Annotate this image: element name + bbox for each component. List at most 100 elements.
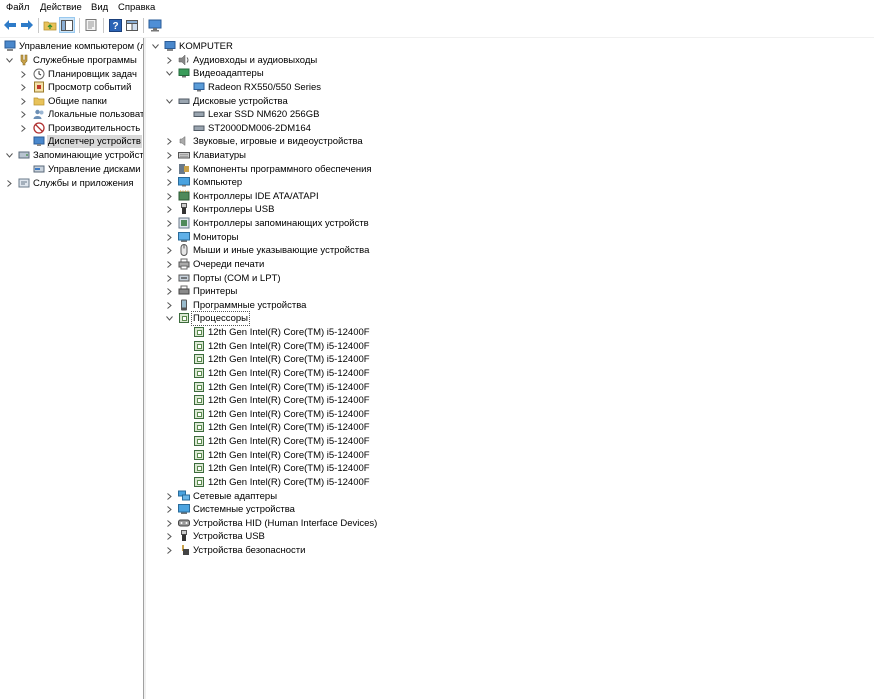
tree-shared-folders[interactable]: Общие папки <box>0 95 143 108</box>
category-usb-devices[interactable]: Устройства USB <box>147 530 867 543</box>
chevron-right-icon[interactable] <box>165 217 174 230</box>
category-audio-io[interactable]: Аудиовходы и аудиовыходы <box>147 53 867 67</box>
tree-storage[interactable]: Запоминающие устройст <box>0 149 143 162</box>
chevron-right-icon[interactable] <box>165 244 174 257</box>
device-disk-1[interactable]: Lexar SSD NM620 256GB <box>147 108 867 121</box>
processor-item[interactable]: 12th Gen Intel(R) Core(TM) i5-12400F <box>147 476 867 489</box>
processor-icon <box>193 381 205 393</box>
tree-task-scheduler[interactable]: Планировщик задач <box>0 68 143 81</box>
menu-action[interactable]: Действие <box>40 1 82 14</box>
chevron-right-icon[interactable] <box>165 285 174 298</box>
processor-item[interactable]: 12th Gen Intel(R) Core(TM) i5-12400F <box>147 408 867 421</box>
processor-item[interactable]: 12th Gen Intel(R) Core(TM) i5-12400F <box>147 462 867 475</box>
chevron-right-icon[interactable] <box>165 517 174 530</box>
tree-root[interactable]: Управление компьютером (л <box>0 40 143 53</box>
chevron-right-icon[interactable] <box>165 503 174 516</box>
chevron-right-icon[interactable] <box>165 544 174 557</box>
processor-item[interactable]: 12th Gen Intel(R) Core(TM) i5-12400F <box>147 421 867 434</box>
category-mice[interactable]: Мыши и иные указывающие устройства <box>147 244 867 257</box>
category-ide-controllers[interactable]: Контроллеры IDE ATA/ATAPI <box>147 190 867 203</box>
chevron-right-icon[interactable] <box>165 231 174 244</box>
chevron-right-icon[interactable] <box>165 299 174 312</box>
tree-local-users[interactable]: Локальные пользовате <box>0 108 143 121</box>
category-print-queues[interactable]: Очереди печати <box>147 258 867 271</box>
chevron-right-icon[interactable] <box>165 258 174 271</box>
category-security-devices[interactable]: Устройства безопасности <box>147 544 867 557</box>
view-pane-icon[interactable] <box>124 17 140 33</box>
device-disk-2[interactable]: ST2000DM006-2DM164 <box>147 122 867 135</box>
chevron-right-icon[interactable] <box>165 190 174 203</box>
processor-item[interactable]: 12th Gen Intel(R) Core(TM) i5-12400F <box>147 435 867 448</box>
category-keyboards[interactable]: Клавиатуры <box>147 149 867 162</box>
chevron-right-icon[interactable] <box>19 81 28 94</box>
category-monitors[interactable]: Мониторы <box>147 231 867 244</box>
processor-item[interactable]: 12th Gen Intel(R) Core(TM) i5-12400F <box>147 340 867 353</box>
help-icon[interactable]: ? <box>107 17 123 33</box>
chevron-right-icon[interactable] <box>19 122 28 135</box>
menu-help[interactable]: Справка <box>118 1 155 14</box>
properties-icon[interactable] <box>83 17 99 33</box>
category-computer[interactable]: Компьютер <box>147 176 867 189</box>
chevron-right-icon[interactable] <box>165 490 174 503</box>
device-gpu[interactable]: Radeon RX550/550 Series <box>147 81 867 94</box>
category-ports[interactable]: Порты (COM и LPT) <box>147 272 867 285</box>
chevron-right-icon[interactable] <box>19 108 28 121</box>
chevron-right-icon[interactable] <box>165 272 174 285</box>
chevron-down-icon[interactable] <box>165 312 174 325</box>
device-root[interactable]: KOMPUTER <box>147 40 867 53</box>
category-software-devices[interactable]: Программные устройства <box>147 299 867 312</box>
category-printers[interactable]: Принтеры <box>147 285 867 298</box>
category-usb-controllers[interactable]: Контроллеры USB <box>147 203 867 216</box>
chevron-right-icon[interactable] <box>165 149 174 162</box>
processor-item[interactable]: 12th Gen Intel(R) Core(TM) i5-12400F <box>147 449 867 462</box>
processor-item[interactable]: 12th Gen Intel(R) Core(TM) i5-12400F <box>147 367 867 380</box>
forward-arrow-icon[interactable] <box>19 17 35 33</box>
processor-item[interactable]: 12th Gen Intel(R) Core(TM) i5-12400F <box>147 353 867 366</box>
tree-disk-management[interactable]: Управление дисками <box>0 163 143 176</box>
menu-file[interactable]: Файл <box>6 1 29 14</box>
chevron-right-icon[interactable] <box>165 54 174 67</box>
console-tree-toggle-icon[interactable] <box>59 17 75 33</box>
chevron-right-icon[interactable] <box>165 530 174 543</box>
chevron-right-icon[interactable] <box>19 68 28 81</box>
chevron-down-icon[interactable] <box>151 40 160 53</box>
monitor-scan-icon[interactable] <box>147 17 163 33</box>
chevron-right-icon[interactable] <box>165 135 174 148</box>
chevron-right-icon[interactable] <box>165 203 174 216</box>
category-storage-controllers[interactable]: Контроллеры запоминающих устройств <box>147 217 867 230</box>
tree-event-viewer[interactable]: Просмотр событий <box>0 81 143 94</box>
chevron-right-icon[interactable] <box>165 163 174 176</box>
tree-task-scheduler-label: Планировщик задач <box>48 69 137 80</box>
category-video-adapters[interactable]: Видеоадаптеры <box>147 67 867 80</box>
processor-icon <box>193 367 205 379</box>
category-processors[interactable]: Процессоры <box>147 311 867 327</box>
tree-performance[interactable]: Производительность <box>0 122 143 135</box>
category-hid-label: Устройства HID (Human Interface Devices) <box>193 517 378 529</box>
menu-view[interactable]: Вид <box>91 1 108 14</box>
chevron-right-icon[interactable] <box>19 95 28 108</box>
category-network-adapters[interactable]: Сетевые адаптеры <box>147 490 867 503</box>
pane-splitter[interactable] <box>143 38 146 699</box>
category-processors-label: Процессоры <box>190 311 251 327</box>
processor-item[interactable]: 12th Gen Intel(R) Core(TM) i5-12400F <box>147 394 867 407</box>
chevron-right-icon[interactable] <box>5 177 14 190</box>
chevron-right-icon[interactable] <box>165 176 174 189</box>
category-software-components[interactable]: Компоненты программного обеспечения <box>147 163 867 176</box>
up-folder-icon[interactable] <box>42 17 58 33</box>
processor-item[interactable]: 12th Gen Intel(R) Core(TM) i5-12400F <box>147 381 867 394</box>
category-disk-drives[interactable]: Дисковые устройства <box>147 95 867 108</box>
chevron-down-icon[interactable] <box>5 149 14 162</box>
category-sound[interactable]: Звуковые, игровые и видеоустройства <box>147 135 867 148</box>
display-adapter-icon <box>193 81 205 93</box>
back-arrow-icon[interactable] <box>2 17 18 33</box>
tree-system-tools[interactable]: Служебные программы <box>0 54 143 67</box>
chevron-down-icon[interactable] <box>5 54 14 67</box>
chevron-down-icon[interactable] <box>165 67 174 80</box>
tree-device-manager[interactable]: Диспетчер устройств <box>0 135 143 148</box>
category-system-devices[interactable]: Системные устройства <box>147 503 867 516</box>
category-hid[interactable]: Устройства HID (Human Interface Devices) <box>147 517 867 530</box>
tree-services-apps[interactable]: Службы и приложения <box>0 177 143 190</box>
chevron-down-icon[interactable] <box>165 95 174 108</box>
processor-item[interactable]: 12th Gen Intel(R) Core(TM) i5-12400F <box>147 326 867 339</box>
speaker-icon <box>178 135 190 147</box>
